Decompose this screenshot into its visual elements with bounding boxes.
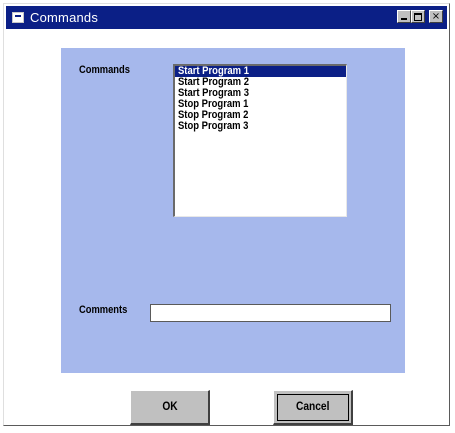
close-button[interactable]: ×	[429, 10, 443, 23]
form-panel: Commands Start Program 1 Start Program 2…	[61, 48, 405, 373]
cancel-button[interactable]: Cancel	[273, 390, 353, 425]
commands-window: Commands × Commands Start Program 1 Star…	[3, 3, 450, 426]
commands-label: Commands	[79, 64, 130, 76]
list-item[interactable]: Stop Program 3	[175, 121, 346, 132]
app-icon[interactable]	[12, 12, 24, 23]
comments-input[interactable]	[150, 304, 391, 322]
window-title: Commands	[30, 10, 99, 25]
comments-label: Comments	[79, 304, 128, 316]
list-item-label: Stop Program 3	[178, 120, 249, 132]
ok-button-label: OK	[161, 399, 178, 413]
maximize-button[interactable]	[411, 10, 425, 23]
ok-button[interactable]: OK	[130, 390, 210, 425]
commands-listbox[interactable]: Start Program 1 Start Program 2 Start Pr…	[173, 64, 347, 217]
title-bar[interactable]: Commands ×	[6, 6, 447, 29]
minimize-button[interactable]	[397, 10, 411, 23]
cancel-button-label: Cancel	[295, 399, 330, 413]
